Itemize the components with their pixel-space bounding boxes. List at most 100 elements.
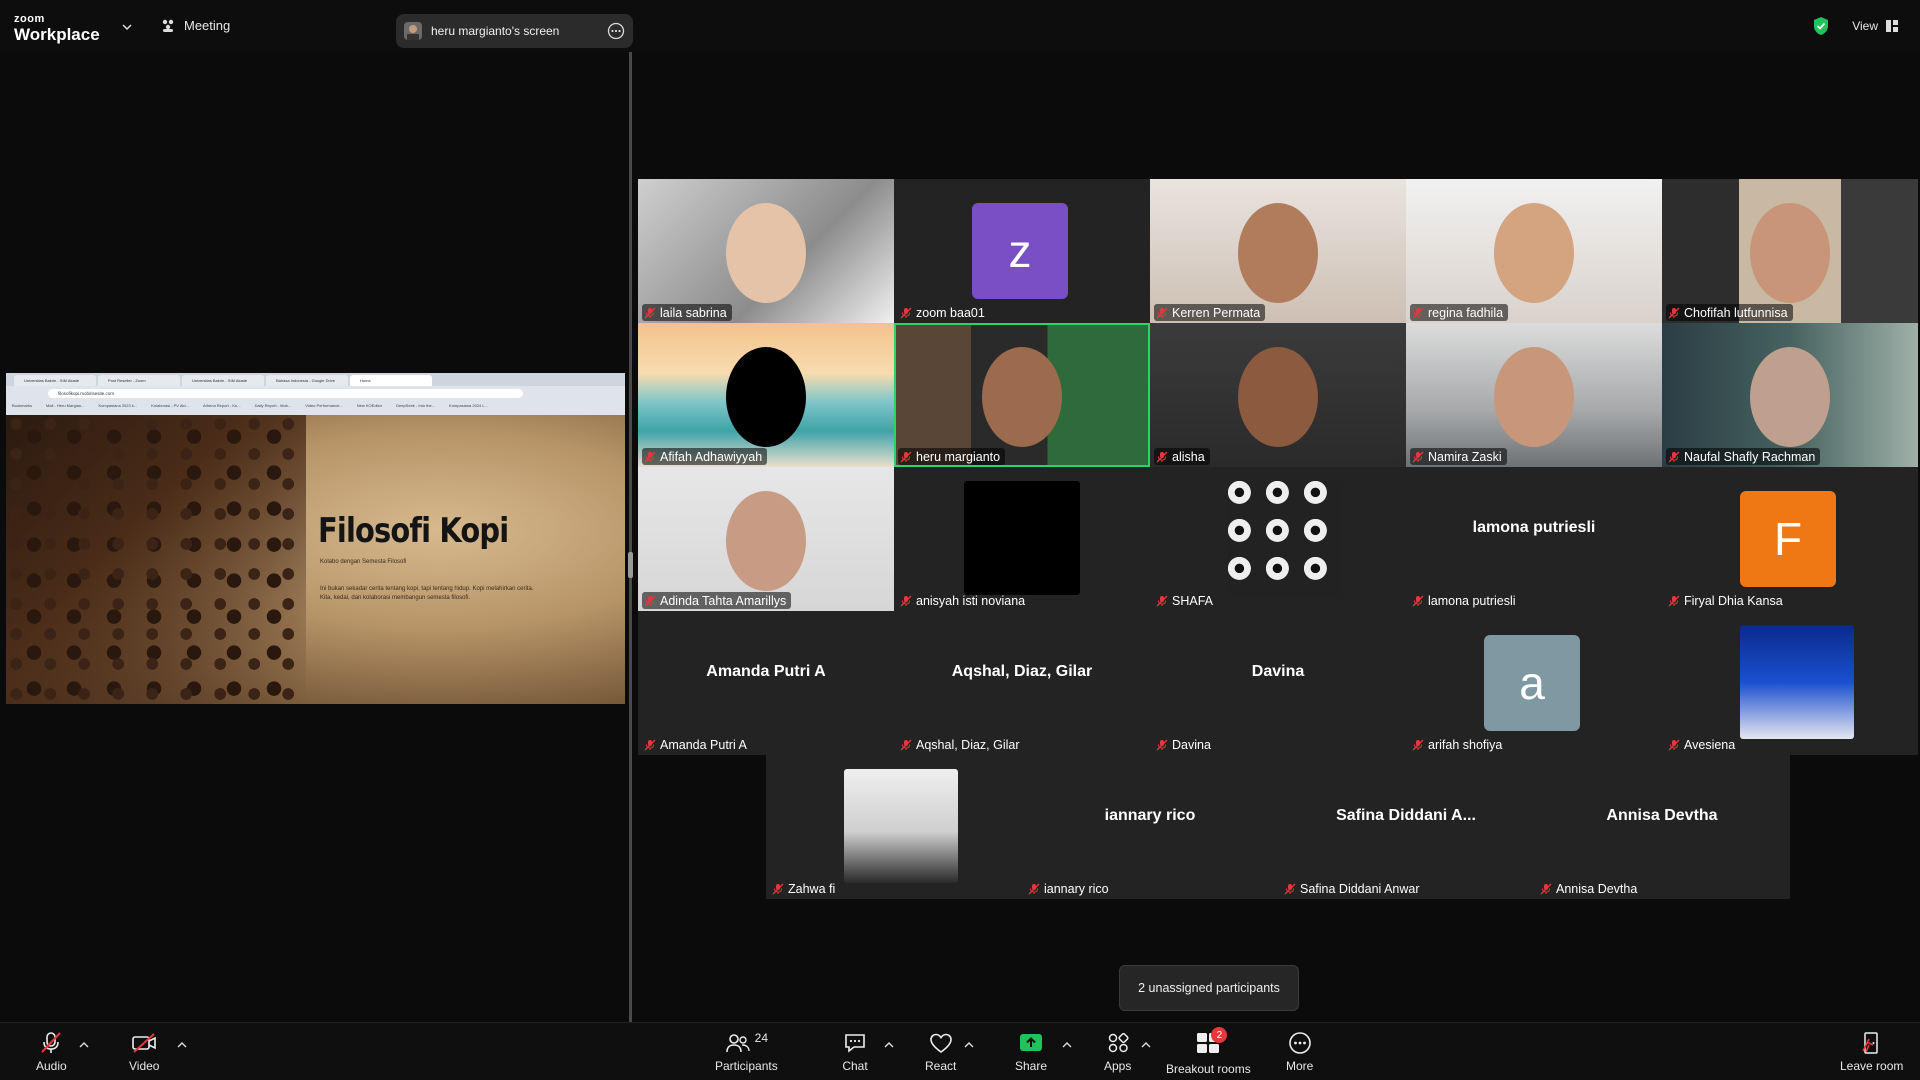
leave-room-button[interactable]: Leave room bbox=[1840, 1031, 1903, 1073]
participant-tile[interactable]: a arifah shofiya bbox=[1406, 611, 1662, 755]
participant-tile[interactable]: Kerren Permata bbox=[1150, 179, 1406, 323]
participant-video-face bbox=[1750, 347, 1830, 447]
participant-display-name: Davina bbox=[1251, 663, 1305, 680]
participant-tile[interactable]: Avesiena bbox=[1662, 611, 1918, 755]
audio-options-caret-icon[interactable] bbox=[79, 1041, 89, 1049]
react-label: React bbox=[925, 1059, 957, 1073]
shared-browser-bookmark: Daily Report - Mob... bbox=[254, 403, 292, 408]
participant-name: anisyah isti noviana bbox=[916, 593, 1026, 608]
more-options-icon[interactable] bbox=[607, 22, 625, 40]
mic-off-icon bbox=[1028, 883, 1040, 894]
participants-button[interactable]: 24 Participants bbox=[715, 1031, 778, 1073]
shared-browser-bookmark: Athena Report - Ku... bbox=[202, 403, 241, 408]
apps-label: Apps bbox=[1104, 1059, 1132, 1073]
participant-tile[interactable]: z zoom baa01 bbox=[894, 179, 1150, 323]
participant-tile[interactable]: Adinda Tahta Amarillys bbox=[638, 467, 894, 611]
participants-count: 24 bbox=[754, 1031, 769, 1045]
participant-video-face bbox=[1494, 203, 1574, 303]
chat-icon bbox=[845, 1034, 865, 1053]
mic-off-icon bbox=[1156, 595, 1168, 606]
audio-button[interactable]: Audio bbox=[36, 1031, 67, 1073]
participant-name-tag: regina fadhila bbox=[1410, 304, 1509, 321]
screen-share-indicator[interactable]: heru margianto's screen bbox=[396, 14, 633, 48]
mic-off-icon bbox=[900, 595, 912, 606]
participant-name: Kerren Permata bbox=[1172, 305, 1261, 320]
splitter-handle[interactable] bbox=[628, 552, 633, 578]
shared-browser-bookmark: Kolaborasi - PV Aid... bbox=[151, 403, 189, 408]
participant-name: SHAFA bbox=[1172, 593, 1213, 608]
participant-tile[interactable]: heru margianto bbox=[894, 323, 1150, 467]
participant-avatar: F bbox=[1740, 491, 1836, 587]
mic-off-icon bbox=[1540, 883, 1552, 894]
more-button[interactable]: More bbox=[1286, 1031, 1313, 1073]
participant-name: Annisa Devtha bbox=[1556, 881, 1638, 896]
participant-name-tag: lamona putriesli bbox=[1410, 592, 1521, 609]
participant-name-tag: Afifah Adhawiyyah bbox=[642, 448, 768, 465]
participant-video-face bbox=[982, 347, 1062, 447]
meeting-button[interactable]: Meeting bbox=[160, 18, 230, 33]
video-off-icon bbox=[132, 1033, 157, 1053]
shared-browser-bookmark: New KOEditor bbox=[356, 403, 383, 408]
react-button[interactable]: React bbox=[925, 1031, 956, 1073]
participant-name-tag: Safina Diddani Anwar bbox=[1282, 880, 1425, 897]
participant-tile[interactable]: F Firyal Dhia Kansa bbox=[1662, 467, 1918, 611]
participant-tile[interactable]: alisha bbox=[1150, 323, 1406, 467]
breakout-rooms-button[interactable]: 2 Breakout rooms bbox=[1166, 1027, 1251, 1076]
mic-off-icon bbox=[1668, 595, 1680, 606]
view-label: View bbox=[1852, 19, 1878, 33]
meeting-icon bbox=[162, 19, 174, 32]
mic-off-icon bbox=[1412, 595, 1424, 606]
chat-options-caret-icon[interactable] bbox=[884, 1041, 894, 1049]
participant-tile[interactable]: Aqshal, Diaz, Gilar Aqshal, Diaz, Gilar bbox=[894, 611, 1150, 755]
participant-tile[interactable]: anisyah isti noviana bbox=[894, 467, 1150, 611]
participant-tile[interactable]: Davina Davina bbox=[1150, 611, 1406, 755]
participant-tile[interactable]: iannary rico iannary rico bbox=[1022, 755, 1278, 899]
participants-icon bbox=[725, 1034, 750, 1053]
share-button[interactable]: Share bbox=[1015, 1031, 1047, 1073]
participant-video-face bbox=[1238, 203, 1318, 303]
view-button[interactable]: View bbox=[1852, 19, 1898, 33]
participant-tile[interactable]: Amanda Putri A Amanda Putri A bbox=[638, 611, 894, 755]
participant-tile[interactable]: SHAFA bbox=[1150, 467, 1406, 611]
participant-tile[interactable]: laila sabrina bbox=[638, 179, 894, 323]
participant-tile[interactable]: regina fadhila bbox=[1406, 179, 1662, 323]
panel-splitter[interactable] bbox=[629, 52, 632, 1022]
chevron-down-icon[interactable] bbox=[122, 22, 132, 32]
participant-name-tag: Adinda Tahta Amarillys bbox=[642, 592, 792, 609]
shared-browser-tab: Universitas Bakrie - SIM Akade bbox=[182, 375, 264, 386]
participant-tile[interactable]: lamona putriesli lamona putriesli bbox=[1406, 467, 1662, 611]
chat-button[interactable]: Chat bbox=[842, 1031, 868, 1073]
shared-browser-bookmark: Bookmarks bbox=[12, 403, 33, 408]
mic-off-icon bbox=[900, 307, 912, 318]
participant-name-tag: laila sabrina bbox=[642, 304, 732, 321]
participant-tile[interactable]: Safina Diddani A... Safina Diddani Anwar bbox=[1278, 755, 1534, 899]
participant-tile[interactable]: Naufal Shafly Rachman bbox=[1662, 323, 1918, 467]
participant-tile[interactable]: Namira Zaski bbox=[1406, 323, 1662, 467]
participant-tile[interactable]: Chofifah lutfunnisa bbox=[1662, 179, 1918, 323]
mic-off-icon bbox=[1156, 307, 1168, 318]
more-icon bbox=[1288, 1032, 1311, 1054]
mic-off-icon bbox=[644, 451, 656, 462]
participant-name: Naufal Shafly Rachman bbox=[1684, 449, 1816, 464]
participant-name-tag: anisyah isti noviana bbox=[898, 592, 1030, 609]
shield-check-icon[interactable] bbox=[1812, 16, 1830, 36]
participant-name: Davina bbox=[1172, 737, 1211, 752]
participant-name: Aqshal, Diaz, Gilar bbox=[916, 737, 1020, 752]
video-options-caret-icon[interactable] bbox=[177, 1041, 187, 1049]
meeting-toolbar: Audio Video 24 Participants Chat React S… bbox=[0, 1022, 1920, 1080]
participant-tile[interactable]: Zahwa fi bbox=[766, 755, 1022, 899]
participant-tile[interactable]: Annisa Devtha Annisa Devtha bbox=[1534, 755, 1790, 899]
apps-button[interactable]: Apps bbox=[1104, 1031, 1131, 1073]
participant-tile[interactable]: Afifah Adhawiyyah bbox=[638, 323, 894, 467]
participant-name-tag: Davina bbox=[1154, 736, 1216, 753]
apps-options-caret-icon[interactable] bbox=[1141, 1041, 1151, 1049]
react-options-caret-icon[interactable] bbox=[964, 1041, 974, 1049]
share-options-caret-icon[interactable] bbox=[1062, 1041, 1072, 1049]
mic-off-icon bbox=[900, 451, 912, 462]
video-button[interactable]: Video bbox=[129, 1031, 159, 1073]
participant-profile-picture bbox=[1228, 481, 1342, 595]
slide-subtitle: Kolabo dengan Semesta Filosofi bbox=[320, 559, 407, 565]
shared-screen-content[interactable]: Universitas Bakrie - SIM Akade Post Resel… bbox=[6, 373, 625, 704]
participant-name: zoom baa01 bbox=[916, 305, 985, 320]
participant-name: Amanda Putri A bbox=[660, 737, 747, 752]
